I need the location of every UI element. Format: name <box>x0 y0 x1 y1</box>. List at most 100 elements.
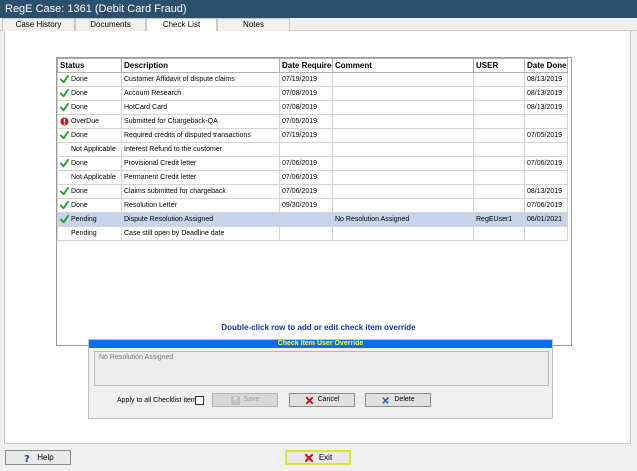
comment-cell <box>332 114 474 129</box>
table-row[interactable]: Not Applicable Interest Refund to the cus… <box>57 142 568 157</box>
status-text: Not Applicable <box>71 174 116 181</box>
description-cell: Customer Affidavit of dispute claims <box>121 72 280 87</box>
status-text: Pending <box>71 230 97 237</box>
check-icon <box>60 89 69 98</box>
status-text: Done <box>71 160 88 167</box>
status-cell: Done <box>57 72 122 87</box>
user-cell <box>473 100 525 115</box>
column-header-description[interactable]: Description <box>121 58 280 73</box>
date-done-cell: 07/05/2019 <box>524 128 568 143</box>
override-panel: Check Item User Override No Resolution A… <box>88 339 553 419</box>
tab-case-history[interactable]: Case History <box>2 18 75 31</box>
save-icon <box>230 395 240 405</box>
delete-button-label: Delete <box>394 396 415 403</box>
table-row[interactable]: Done Claims submitted for chargeback 07/06… <box>57 184 568 199</box>
user-cell <box>473 156 525 171</box>
check-icon <box>60 131 69 140</box>
check-icon <box>60 215 69 224</box>
save-button[interactable]: Save <box>212 393 278 407</box>
help-icon: ? <box>22 453 32 465</box>
status-cell: Done <box>57 156 122 171</box>
status-cell: Pending <box>57 226 122 241</box>
overdue-icon <box>60 117 69 126</box>
column-header-user[interactable]: USER <box>473 58 525 73</box>
comment-cell <box>332 100 474 115</box>
user-cell <box>473 170 525 185</box>
user-cell <box>473 198 525 213</box>
tab-bar: Case History Documents Check List Notes <box>0 18 637 32</box>
date-done-cell: 08/13/2019 <box>524 86 568 101</box>
table-row[interactable]: Pending Dispute Resolution Assigned No Res… <box>57 212 568 227</box>
date-required-cell <box>279 212 333 227</box>
help-button-label: Help <box>37 453 54 462</box>
status-cell: Done <box>57 100 122 115</box>
check-icon <box>60 159 69 168</box>
date-done-cell: 07/06/2019 <box>524 198 568 213</box>
window-title-bar: RegE Case: 1361 (Debit Card Fraud) <box>0 0 637 18</box>
exit-button[interactable]: Exit <box>285 450 351 465</box>
status-cell: Done <box>57 184 122 199</box>
table-row[interactable]: Done Provisional Credit letter 07/06/2019 0… <box>57 156 568 171</box>
table-row[interactable]: Done HotCard Card 07/08/2019 08/13/2019 <box>57 100 568 115</box>
description-cell: HotCard Card <box>121 100 280 115</box>
cancel-x-icon <box>305 396 314 405</box>
description-cell: Claims submitted for chargeback <box>121 184 280 199</box>
date-required-cell: 07/19/2019 <box>279 72 333 87</box>
user-cell <box>473 226 525 241</box>
column-header-comment[interactable]: Comment <box>332 58 474 73</box>
user-cell <box>473 128 525 143</box>
date-done-cell <box>524 226 568 241</box>
checklist-table: Status Description Date Required Comment… <box>57 58 568 241</box>
column-header-date-required[interactable]: Date Required <box>279 58 333 73</box>
table-row[interactable]: Done Customer Affidavit of dispute claims… <box>57 72 568 87</box>
exit-x-icon <box>304 453 314 463</box>
exit-button-label: Exit <box>318 453 333 462</box>
description-cell: Submitted for Chargeback-QA <box>121 114 280 129</box>
tab-documents[interactable]: Documents <box>75 18 146 31</box>
status-cell: OverDue <box>57 114 122 129</box>
description-cell: Account Research <box>121 86 280 101</box>
comment-cell <box>332 86 474 101</box>
table-row[interactable]: OverDue Submitted for Chargeback-QA 07/05/… <box>57 114 568 129</box>
cancel-button[interactable]: Cancel <box>289 393 355 407</box>
tab-notes[interactable]: Notes <box>217 18 290 31</box>
comment-cell <box>332 184 474 199</box>
date-required-cell: 07/05/2019 <box>279 114 333 129</box>
status-text: Done <box>71 132 88 139</box>
status-text: Not Applicable <box>71 146 116 153</box>
status-cell: Done <box>57 198 122 213</box>
status-cell: Pending <box>57 212 122 227</box>
table-row[interactable]: Not Applicable Permanent Credit letter 07/… <box>57 170 568 185</box>
check-list-panel: Status Description Date Required Comment… <box>4 31 631 444</box>
table-row[interactable]: Pending Case still open by Deadline date <box>57 226 568 241</box>
user-cell <box>473 114 525 129</box>
date-done-cell <box>524 114 568 129</box>
checklist-grid: Status Description Date Required Comment… <box>56 57 572 346</box>
date-required-cell <box>279 226 333 241</box>
description-cell: Required credits of disputed transaction… <box>121 128 280 143</box>
table-row[interactable]: Done Account Research 07/08/2019 08/13/2019 <box>57 86 568 101</box>
comment-cell <box>332 198 474 213</box>
comment-cell <box>332 142 474 157</box>
comment-cell <box>332 128 474 143</box>
date-required-cell: 07/08/2019 <box>279 86 333 101</box>
status-text: Done <box>71 188 88 195</box>
description-cell: Dispute Resolution Assigned <box>121 212 280 227</box>
user-cell <box>473 142 525 157</box>
help-button[interactable]: ? Help <box>5 450 71 465</box>
column-header-status[interactable]: Status <box>57 58 122 73</box>
user-cell <box>473 86 525 101</box>
status-cell: Done <box>57 86 122 101</box>
date-required-cell: 07/19/2019 <box>279 128 333 143</box>
column-header-date-done[interactable]: Date Done <box>524 58 568 73</box>
status-text: OverDue <box>71 118 100 125</box>
table-row[interactable]: Done Required credits of disputed transac… <box>57 128 568 143</box>
apply-all-checkbox[interactable] <box>195 396 204 405</box>
table-row[interactable]: Done Resolution Letter 09/30/2019 07/06/201… <box>57 198 568 213</box>
date-done-cell: 06/01/2021 <box>524 212 568 227</box>
date-done-cell: 07/06/2019 <box>524 156 568 171</box>
status-text: Done <box>71 90 88 97</box>
tab-check-list[interactable]: Check List <box>146 18 217 32</box>
override-text-field[interactable]: No Resolution Assigned <box>94 351 549 386</box>
delete-button[interactable]: Delete <box>365 393 431 407</box>
